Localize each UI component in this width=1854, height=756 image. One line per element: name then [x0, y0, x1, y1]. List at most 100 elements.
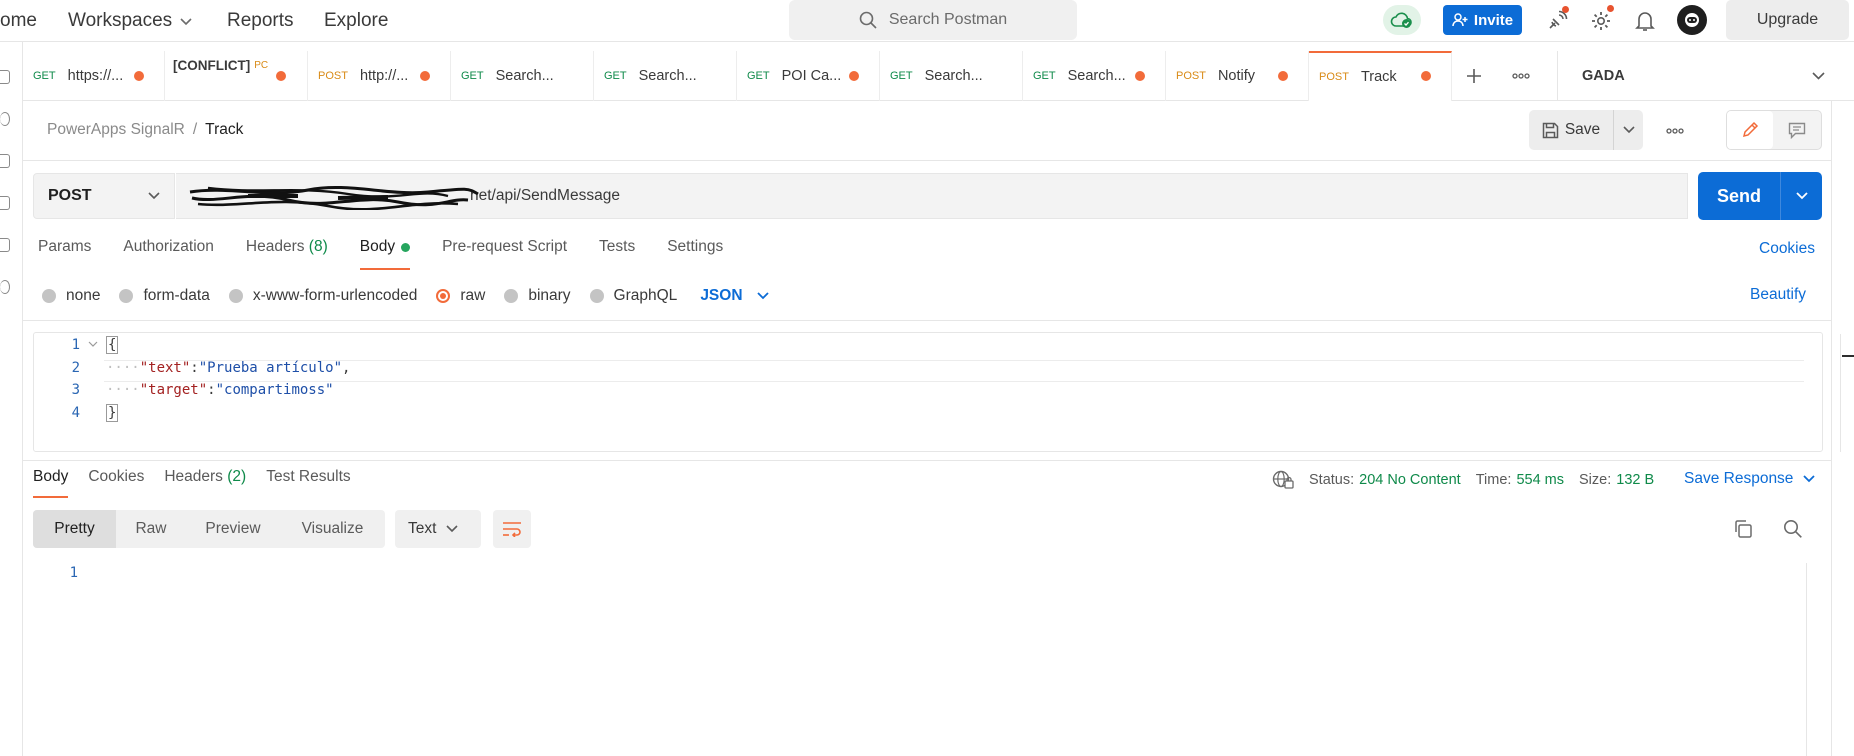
environment-selector[interactable]: GADA: [1557, 51, 1854, 101]
history-icon[interactable]: [0, 280, 10, 294]
radio-graphql[interactable]: GraphQL: [589, 287, 677, 305]
send-group: Send: [1698, 172, 1822, 220]
response-tab-cookies[interactable]: Cookies: [88, 468, 144, 502]
chevron-down-icon: [148, 192, 160, 200]
code-line: ····"target":"compartimoss": [106, 382, 334, 398]
globe-network-icon[interactable]: [1272, 470, 1294, 490]
environments-icon[interactable]: [0, 154, 10, 168]
mock-servers-icon[interactable]: [0, 196, 10, 210]
chevron-down-icon: [1795, 192, 1808, 200]
invite-button[interactable]: Invite: [1443, 5, 1522, 35]
tab-headers[interactable]: Headers (8): [246, 238, 328, 272]
save-response-button[interactable]: Save Response: [1684, 470, 1816, 488]
request-tab[interactable]: [CONFLICT] PC: [165, 51, 308, 101]
raw-format-selector[interactable]: JSON: [700, 287, 769, 305]
pencil-icon: [1742, 121, 1759, 138]
save-options-button[interactable]: [1613, 110, 1643, 150]
view-visualize[interactable]: Visualize: [280, 510, 385, 548]
request-tab[interactable]: GET Search...: [1023, 51, 1166, 101]
request-tab[interactable]: GET Search...: [451, 51, 594, 101]
left-sidebar: [0, 42, 23, 756]
radio-binary[interactable]: binary: [504, 287, 571, 305]
tab-options-button[interactable]: [1496, 51, 1546, 101]
collections-icon[interactable]: [0, 70, 10, 84]
search-icon: [859, 11, 877, 29]
apis-icon[interactable]: [0, 112, 10, 126]
upgrade-button[interactable]: Upgrade: [1726, 0, 1849, 40]
edit-mode-button[interactable]: [1727, 111, 1773, 149]
breadcrumb-collection[interactable]: PowerApps SignalR: [47, 121, 185, 139]
reports-nav[interactable]: Reports: [227, 0, 294, 42]
divider: [23, 460, 1831, 461]
wrap-lines-button[interactable]: [493, 510, 531, 548]
workspaces-menu[interactable]: Workspaces: [68, 0, 192, 42]
new-tab-button[interactable]: [1452, 51, 1496, 101]
tab-params[interactable]: Params: [38, 238, 91, 272]
response-tab-test-results[interactable]: Test Results: [266, 468, 350, 502]
request-tab[interactable]: GET POI Ca...: [737, 51, 880, 101]
tab-prerequest-script[interactable]: Pre-request Script: [442, 238, 567, 272]
view-pretty[interactable]: Pretty: [33, 510, 116, 548]
home-nav[interactable]: ome: [0, 0, 37, 42]
view-raw[interactable]: Raw: [116, 510, 186, 548]
capture-requests-button[interactable]: [1544, 6, 1570, 34]
radio-urlencoded[interactable]: x-www-form-urlencoded: [228, 287, 417, 305]
response-tab-headers[interactable]: Headers (2): [164, 468, 246, 502]
bell-icon: [1635, 12, 1655, 31]
right-panel-border: [1831, 101, 1832, 756]
floppy-disk-icon: [1542, 122, 1559, 138]
unsaved-dot: [134, 71, 144, 81]
astronaut-icon: [1685, 13, 1699, 27]
tab-settings[interactable]: Settings: [667, 238, 723, 272]
view-preview[interactable]: Preview: [186, 510, 280, 548]
radio-none[interactable]: none: [42, 287, 100, 305]
request-tab[interactable]: POST http://...: [308, 51, 451, 101]
chevron-down-icon: [1803, 475, 1816, 483]
comment-icon: [1788, 122, 1806, 139]
sync-status-button[interactable]: [1383, 5, 1421, 35]
satellite-icon: [1549, 10, 1568, 29]
request-tab[interactable]: GET Search...: [880, 51, 1023, 101]
tab-body[interactable]: Body: [359, 238, 411, 272]
cookies-link[interactable]: Cookies: [1759, 240, 1815, 258]
notifications-button[interactable]: [1632, 8, 1658, 34]
tab-tests[interactable]: Tests: [599, 238, 635, 272]
response-scrollbar[interactable]: [1806, 563, 1807, 756]
scroll-marker: [1842, 355, 1854, 357]
explore-nav[interactable]: Explore: [324, 0, 388, 42]
response-tab-body[interactable]: Body: [33, 468, 69, 502]
chevron-down-icon: [756, 292, 769, 300]
more-options-button[interactable]: [1662, 118, 1688, 142]
unsaved-dot: [1421, 71, 1431, 81]
comments-button[interactable]: [1773, 111, 1821, 149]
send-button[interactable]: Send: [1698, 172, 1780, 220]
chevron-down-icon: [1812, 72, 1825, 80]
method-selector[interactable]: POST: [33, 173, 175, 219]
request-tab[interactable]: GET https://...: [23, 51, 165, 101]
response-size: 132 B: [1616, 472, 1655, 488]
settings-button[interactable]: [1588, 5, 1614, 34]
search-icon[interactable]: [1783, 519, 1803, 539]
beautify-link[interactable]: Beautify: [1750, 286, 1806, 304]
copy-icon[interactable]: [1733, 519, 1753, 539]
request-body-editor[interactable]: 1 2 3 4 { ····"text":"Prueba artículo", …: [33, 332, 1854, 452]
editor-scrollbar[interactable]: [1840, 334, 1841, 452]
request-tab[interactable]: POST Notify: [1166, 51, 1309, 101]
radio-form-data[interactable]: form-data: [119, 287, 210, 305]
body-type-options: none form-data x-www-form-urlencoded raw…: [42, 286, 769, 306]
tab-authorization[interactable]: Authorization: [123, 238, 213, 272]
fold-chevron-icon[interactable]: [88, 341, 98, 347]
search-postman-input[interactable]: Search Postman: [789, 0, 1077, 40]
request-name[interactable]: Track: [205, 121, 243, 139]
request-tab-active[interactable]: POST Track: [1309, 51, 1452, 101]
monitors-icon[interactable]: [0, 238, 10, 252]
avatar[interactable]: [1677, 5, 1707, 35]
unsaved-dot: [1278, 71, 1288, 81]
send-options-button[interactable]: [1780, 172, 1822, 220]
chevron-down-icon: [446, 525, 459, 533]
radio-raw[interactable]: raw: [436, 287, 485, 305]
request-tab[interactable]: GET Search...: [594, 51, 737, 101]
top-bar: ome Workspaces Reports Explore Search Po…: [0, 0, 1854, 42]
save-button[interactable]: Save: [1529, 110, 1613, 150]
response-format-selector[interactable]: Text: [395, 510, 481, 548]
